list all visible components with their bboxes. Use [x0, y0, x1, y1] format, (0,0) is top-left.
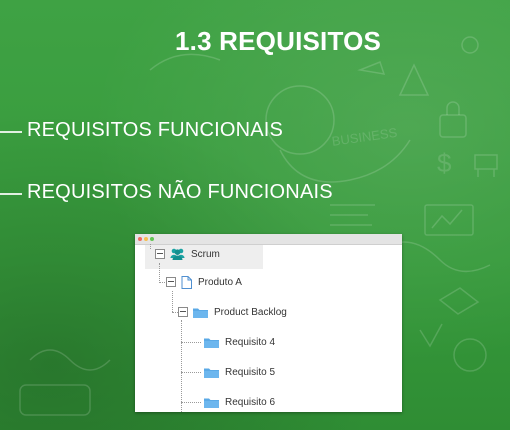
folder-icon — [193, 308, 208, 318]
tree-node-scrum[interactable]: Scrum — [155, 245, 220, 263]
folder-icon — [204, 338, 219, 348]
tree-connector — [172, 291, 173, 312]
tree-node-product-backlog[interactable]: Product Backlog — [178, 303, 287, 321]
tree-connector — [181, 320, 182, 412]
bullet-non-functional-requirements: REQUISITOS NÃO FUNCIONAIS — [27, 181, 333, 203]
collapse-toggle[interactable] — [178, 307, 188, 317]
tree-node-label: Product Backlog — [214, 306, 287, 318]
bullet-2-rule — [0, 193, 22, 195]
folder-icon — [204, 398, 219, 408]
slide-title: 1.3 REQUISITOS — [175, 26, 382, 56]
folder-icon — [204, 368, 219, 378]
tree-node-label: Scrum — [191, 248, 220, 260]
tree-node-requisito-4[interactable]: Requisito 4 — [204, 333, 275, 351]
tree-connector — [150, 244, 151, 249]
tree-node-product[interactable]: Produto A — [166, 273, 242, 291]
users-icon — [170, 248, 185, 260]
tree-connector — [181, 372, 201, 373]
bullet-functional-requirements: REQUISITOS FUNCIONAIS — [27, 119, 284, 141]
tree-node-requisito-5[interactable]: Requisito 5 — [204, 363, 275, 381]
tree-node-label: Produto A — [198, 276, 242, 288]
window-minimize-dot[interactable] — [144, 237, 148, 241]
tree-connector — [159, 263, 160, 283]
window-close-dot[interactable] — [138, 237, 142, 241]
tree-node-label: Requisito 5 — [225, 366, 276, 378]
document-icon — [181, 275, 192, 289]
tree-view-window: Scrum Produto A Product Backlog Requisit… — [135, 234, 402, 412]
collapse-toggle[interactable] — [155, 249, 165, 259]
tree-connector — [159, 282, 165, 283]
window-title-bar — [135, 234, 402, 245]
window-maximize-dot[interactable] — [150, 237, 154, 241]
slide-background: BUSINESS $ 1.3 REQUISITOS REQUISITOS FUN… — [0, 0, 510, 430]
tree-node-label: Requisito 6 — [225, 396, 276, 408]
collapse-toggle[interactable] — [166, 277, 176, 287]
svg-text:$: $ — [437, 148, 452, 178]
tree-node-label: Requisito 4 — [225, 336, 276, 348]
tree-node-requisito-6[interactable]: Requisito 6 — [204, 393, 275, 411]
tree-connector — [181, 342, 201, 343]
tree-connector — [181, 402, 201, 403]
svg-text:BUSINESS: BUSINESS — [331, 125, 399, 149]
bullet-1-rule — [0, 131, 22, 133]
